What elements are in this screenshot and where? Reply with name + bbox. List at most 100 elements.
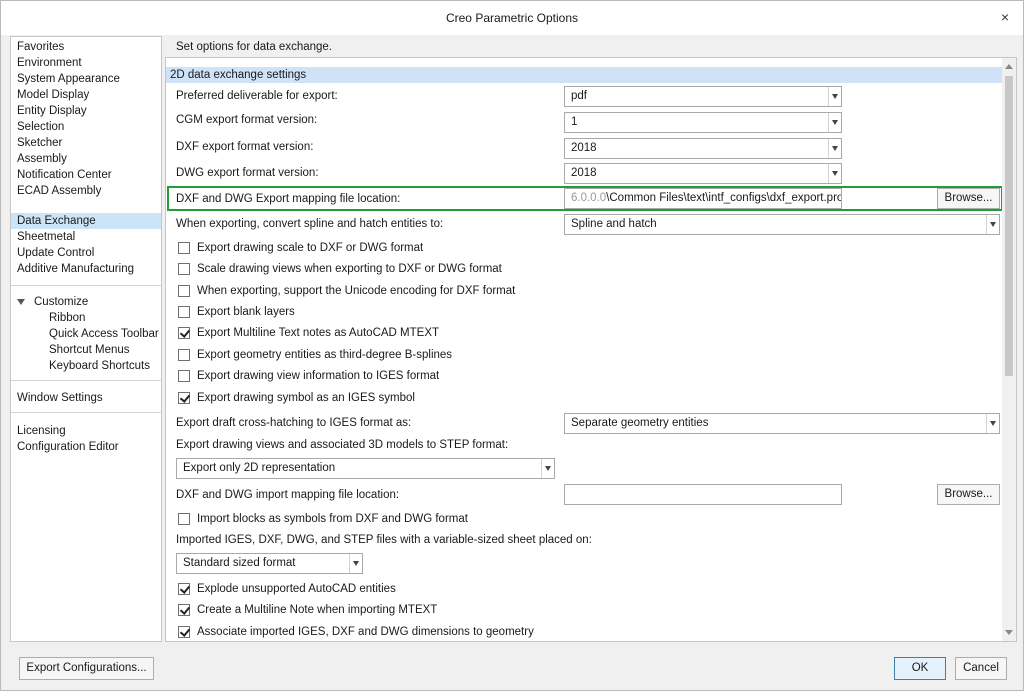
nav-item-sheetmetal[interactable]: Sheetmetal [11, 229, 161, 245]
export-mapping-browse-button[interactable]: Browse... [937, 188, 1000, 209]
multiline-note-label: Create a Multiline Note when importing M… [197, 604, 438, 616]
nav-item-ribbon[interactable]: Ribbon [11, 310, 161, 326]
associate-dims-checkbox[interactable] [178, 626, 190, 638]
chevron-down-icon[interactable] [349, 554, 362, 573]
explode-entities-checkbox[interactable] [178, 583, 190, 595]
nav-item-environment[interactable]: Environment [11, 55, 161, 71]
step-export-label: Export drawing views and associated 3D m… [176, 439, 509, 451]
iges-view-info-checkbox[interactable] [178, 370, 190, 382]
nav-item-shortcut-menus[interactable]: Shortcut Menus [11, 342, 161, 358]
nav-item-favorites[interactable]: Favorites [11, 39, 161, 55]
chevron-down-icon[interactable] [828, 113, 841, 132]
dxf-version-value: 2018 [571, 142, 597, 154]
cgm-version-label: CGM export format version: [176, 114, 318, 126]
nav-item-keyboard-shortcuts[interactable]: Keyboard Shortcuts [11, 358, 161, 374]
associate-dims-label: Associate imported IGES, DXF and DWG dim… [197, 626, 534, 638]
scale-views-checkbox[interactable] [178, 263, 190, 275]
preferred-deliverable-value: pdf [571, 90, 587, 102]
export-mapping-label: DXF and DWG Export mapping file location… [176, 193, 401, 205]
scroll-down-icon[interactable] [1005, 630, 1013, 635]
preferred-deliverable-dropdown[interactable]: pdf [564, 86, 842, 107]
options-dialog: Creo Parametric Options × Favorites Envi… [0, 0, 1024, 691]
nav-item-sketcher[interactable]: Sketcher [11, 135, 161, 151]
step-export-dropdown[interactable]: Export only 2D representation [176, 458, 555, 479]
iges-symbol-checkbox[interactable] [178, 392, 190, 404]
ok-button[interactable]: OK [894, 657, 946, 680]
spline-hatch-dropdown[interactable]: Spline and hatch [564, 214, 1000, 235]
scale-views-label: Scale drawing views when exporting to DX… [197, 263, 502, 275]
export-mapping-value: \Common Files\text\intf_configs\dxf_expo… [606, 192, 842, 204]
chevron-down-icon[interactable] [828, 164, 841, 183]
blank-layers-checkbox[interactable] [178, 306, 190, 318]
iges-view-info-label: Export drawing view information to IGES … [197, 370, 440, 382]
dwg-version-value: 2018 [571, 167, 597, 179]
panel-description: Set options for data exchange. [176, 41, 332, 53]
nav-item-notification-center[interactable]: Notification Center [11, 167, 161, 183]
mtext-checkbox[interactable] [178, 327, 190, 339]
bsplines-label: Export geometry entities as third-degree… [197, 349, 453, 361]
dwg-version-dropdown[interactable]: 2018 [564, 163, 842, 184]
nav-customize-label: Customize [34, 296, 89, 308]
bsplines-checkbox[interactable] [178, 349, 190, 361]
dxf-version-label: DXF export format version: [176, 141, 314, 153]
import-mapping-field[interactable] [564, 484, 842, 505]
nav-item-system-appearance[interactable]: System Appearance [11, 71, 161, 87]
import-blocks-checkbox[interactable] [178, 513, 190, 525]
scroll-thumb[interactable] [1005, 76, 1013, 376]
unicode-label: When exporting, support the Unicode enco… [197, 285, 516, 297]
mtext-label: Export Multiline Text notes as AutoCAD M… [197, 327, 440, 339]
export-mapping-value-prefix: 6.0.0.0 [571, 192, 607, 204]
nav-item-data-exchange[interactable]: Data Exchange [11, 213, 161, 229]
nav-item-customize[interactable]: Customize [11, 294, 161, 310]
nav-item-quick-access-toolbar[interactable]: Quick Access Toolbar [11, 326, 161, 342]
export-mapping-field[interactable]: 6.0.0.0\Common Files\text\intf_configs\d… [564, 188, 842, 209]
nav-item-selection[interactable]: Selection [11, 119, 161, 135]
explode-entities-label: Explode unsupported AutoCAD entities [197, 583, 396, 595]
preferred-deliverable-label: Preferred deliverable for export: [176, 90, 338, 102]
chevron-down-icon[interactable] [986, 414, 999, 433]
import-mapping-browse-button[interactable]: Browse... [937, 484, 1000, 505]
nav-item-entity-display[interactable]: Entity Display [11, 103, 161, 119]
import-mapping-label: DXF and DWG import mapping file location… [176, 489, 400, 501]
spline-hatch-value: Spline and hatch [571, 218, 657, 230]
multiline-note-checkbox[interactable] [178, 604, 190, 616]
nav-item-additive-manufacturing[interactable]: Additive Manufacturing [11, 261, 161, 277]
nav-item-configuration-editor[interactable]: Configuration Editor [11, 439, 161, 455]
cgm-version-dropdown[interactable]: 1 [564, 112, 842, 133]
blank-layers-label: Export blank layers [197, 306, 295, 318]
sheet-placement-label: Imported IGES, DXF, DWG, and STEP files … [176, 534, 592, 546]
cgm-version-value: 1 [571, 116, 578, 128]
title-bar: Creo Parametric Options × [1, 1, 1023, 35]
nav-item-licensing[interactable]: Licensing [11, 423, 161, 439]
export-configurations-button[interactable]: Export Configurations... [19, 657, 154, 680]
step-export-value: Export only 2D representation [183, 462, 336, 474]
sheet-placement-dropdown[interactable]: Standard sized format [176, 553, 363, 574]
expand-triangle-icon[interactable] [17, 298, 25, 305]
category-nav: Favorites Environment System Appearance … [10, 36, 162, 642]
nav-divider [11, 285, 161, 286]
close-icon[interactable]: × [997, 9, 1013, 25]
sheet-placement-value: Standard sized format [183, 557, 296, 569]
nav-item-model-display[interactable]: Model Display [11, 87, 161, 103]
chevron-down-icon[interactable] [828, 87, 841, 106]
chevron-down-icon[interactable] [828, 139, 841, 158]
crosshatch-label: Export draft cross-hatching to IGES form… [176, 417, 412, 429]
nav-divider [11, 412, 161, 413]
chevron-down-icon[interactable] [541, 459, 554, 478]
cancel-button[interactable]: Cancel [955, 657, 1007, 680]
unicode-checkbox[interactable] [178, 285, 190, 297]
dxf-version-dropdown[interactable]: 2018 [564, 138, 842, 159]
iges-symbol-label: Export drawing symbol as an IGES symbol [197, 392, 415, 404]
export-scale-checkbox[interactable] [178, 242, 190, 254]
scroll-up-icon[interactable] [1005, 64, 1013, 69]
import-blocks-label: Import blocks as symbols from DXF and DW… [197, 513, 468, 525]
dwg-version-label: DWG export format version: [176, 167, 319, 179]
nav-item-ecad-assembly[interactable]: ECAD Assembly [11, 183, 161, 199]
chevron-down-icon[interactable] [986, 215, 999, 234]
crosshatch-dropdown[interactable]: Separate geometry entities [564, 413, 1000, 434]
nav-item-assembly[interactable]: Assembly [11, 151, 161, 167]
vertical-scrollbar[interactable] [1002, 58, 1016, 641]
nav-item-update-control[interactable]: Update Control [11, 245, 161, 261]
export-scale-label: Export drawing scale to DXF or DWG forma… [197, 242, 424, 254]
nav-item-window-settings[interactable]: Window Settings [11, 390, 161, 406]
